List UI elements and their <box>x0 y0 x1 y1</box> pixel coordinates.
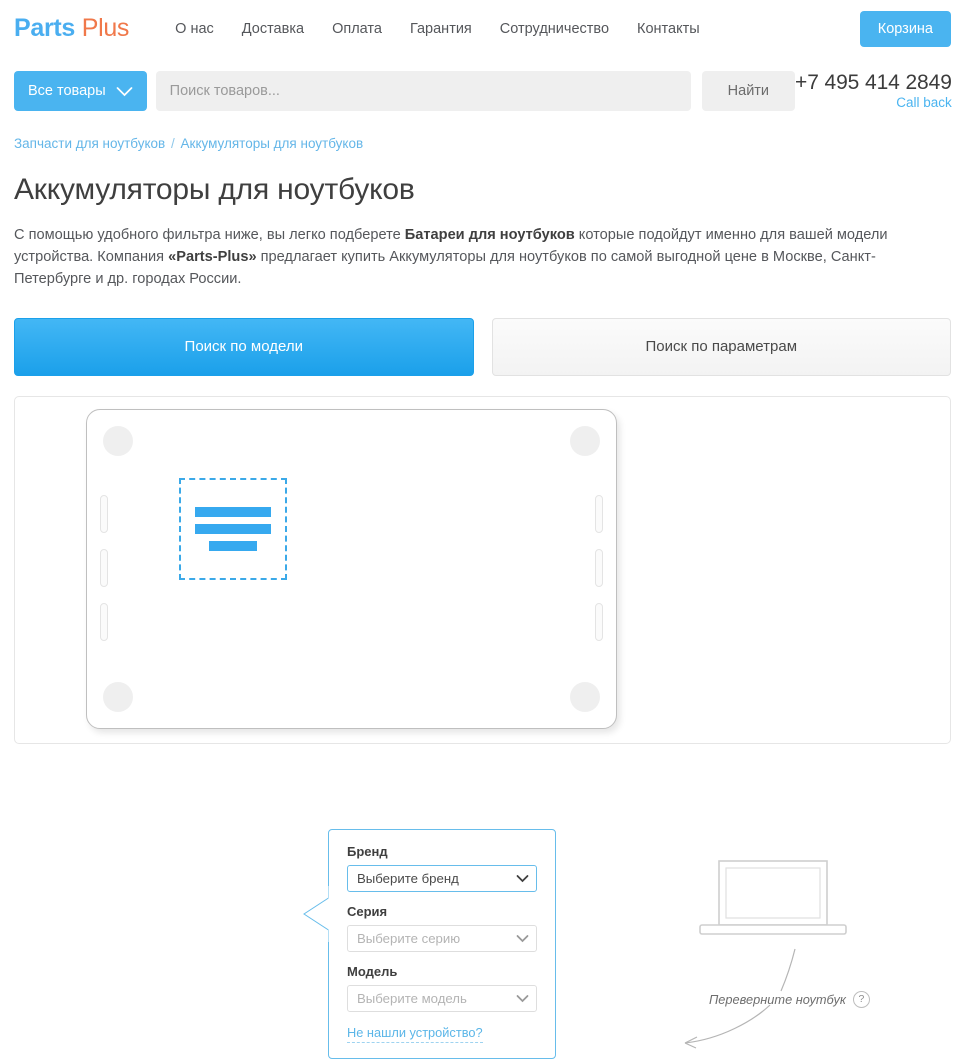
nav-contacts[interactable]: Контакты <box>637 21 700 37</box>
flip-laptop-arrow-icon <box>675 947 885 1057</box>
model-label: Модель <box>347 964 537 979</box>
breadcrumb-parent[interactable]: Запчасти для ноутбуков <box>14 136 165 151</box>
open-laptop-icon <box>698 859 848 939</box>
screw-icon-top-right <box>570 426 600 456</box>
sticker-bar-1 <box>195 507 271 517</box>
all-categories-label: Все товары <box>28 83 106 99</box>
tab-search-by-model[interactable]: Поиск по модели <box>14 318 474 376</box>
cart-button[interactable]: Корзина <box>860 11 951 47</box>
chevron-down-icon <box>516 934 529 943</box>
logo-parts: Parts <box>14 14 75 42</box>
nav-payment[interactable]: Оплата <box>332 21 382 37</box>
phone-number[interactable]: +7 495 414 2849 <box>795 71 952 94</box>
tab-search-by-model-label: Поиск по модели <box>185 338 303 355</box>
device-not-found-link[interactable]: Не нашли устройство? <box>347 1025 483 1043</box>
chevron-down-icon <box>516 994 529 1003</box>
nav-about[interactable]: О нас <box>175 21 214 37</box>
screw-icon-bottom-left <box>103 682 133 712</box>
vent-slot-right-3 <box>595 603 603 641</box>
brand-select[interactable]: Выберите бренд <box>347 865 537 892</box>
page-content: Запчасти для ноутбуков / Аккумуляторы дл… <box>0 136 965 744</box>
contact-block: +7 495 414 2849 Call back <box>795 71 952 112</box>
all-categories-button[interactable]: Все товары <box>14 71 147 111</box>
vent-slot-left-1 <box>100 495 108 533</box>
nav-delivery[interactable]: Доставка <box>242 21 304 37</box>
logo-plus: Plus <box>82 14 129 42</box>
tab-search-by-params[interactable]: Поиск по параметрам <box>492 318 952 376</box>
series-select-value: Выберите серию <box>357 931 460 946</box>
laptop-underside-illustration <box>86 409 617 729</box>
model-finder-panel: Бренд Выберите бренд Серия Выберите сери… <box>14 396 951 744</box>
intro-bold-1: Батареи для ноутбуков <box>405 227 575 243</box>
vent-slot-right-1 <box>595 495 603 533</box>
brand-label: Бренд <box>347 844 537 859</box>
page-intro: С помощью удобного фильтра ниже, вы легк… <box>14 224 951 291</box>
screw-icon-bottom-right <box>570 682 600 712</box>
vent-slot-left-3 <box>100 603 108 641</box>
sticker-bar-3 <box>209 541 257 551</box>
nav-warranty[interactable]: Гарантия <box>410 21 472 37</box>
find-button[interactable]: Найти <box>702 71 795 111</box>
model-finder-form: Бренд Выберите бренд Серия Выберите сери… <box>328 829 556 1059</box>
model-label-sticker <box>179 478 287 580</box>
intro-text-1: С помощью удобного фильтра ниже, вы легк… <box>14 227 405 243</box>
series-label: Серия <box>347 904 537 919</box>
callback-link[interactable]: Call back <box>896 96 952 111</box>
vent-slot-right-2 <box>595 549 603 587</box>
main-navigation: О нас Доставка Оплата Гарантия Сотруднич… <box>175 21 700 37</box>
search-mode-tabs: Поиск по модели Поиск по параметрам <box>14 318 951 376</box>
breadcrumb: Запчасти для ноутбуков / Аккумуляторы дл… <box>14 136 951 151</box>
series-select[interactable]: Выберите серию <box>347 925 537 952</box>
breadcrumb-separator: / <box>171 136 175 151</box>
site-logo[interactable]: Parts Plus <box>14 14 129 43</box>
nav-cooperation[interactable]: Сотрудничество <box>500 21 609 37</box>
search-input[interactable] <box>156 71 691 111</box>
model-select-value: Выберите модель <box>357 991 467 1006</box>
page-title: Аккумуляторы для ноутбуков <box>14 173 951 207</box>
sticker-bar-2 <box>195 524 271 534</box>
chevron-down-icon <box>116 86 133 97</box>
intro-bold-2: «Parts-Plus» <box>168 249 256 265</box>
search-bar: Все товары Найти +7 495 414 2849 Call ba… <box>0 57 965 119</box>
breadcrumb-current[interactable]: Аккумуляторы для ноутбуков <box>181 136 364 151</box>
chevron-down-icon <box>516 874 529 883</box>
vent-slot-left-2 <box>100 549 108 587</box>
model-select[interactable]: Выберите модель <box>347 985 537 1012</box>
site-header: Parts Plus О нас Доставка Оплата Гаранти… <box>0 0 965 57</box>
tab-search-by-params-label: Поиск по параметрам <box>645 338 797 355</box>
screw-icon-top-left <box>103 426 133 456</box>
brand-select-value: Выберите бренд <box>357 871 459 886</box>
callout-connector <box>301 885 331 943</box>
